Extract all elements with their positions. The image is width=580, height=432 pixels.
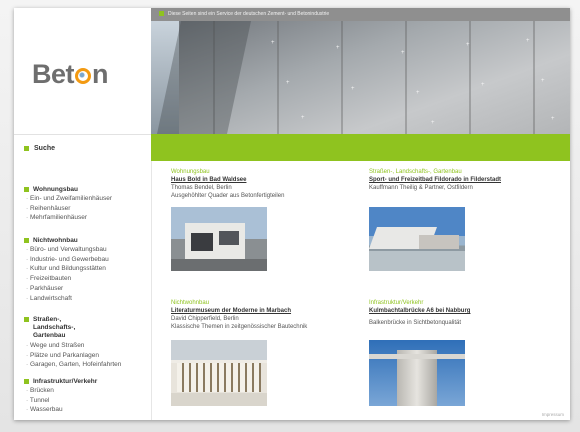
nav-item[interactable]: Parkhäuser [26, 284, 109, 294]
sidebar-nav: Wohnungsbau Ein- und Zweifamilienhäuser … [14, 162, 151, 420]
teaser-architect: Thomas Bendel, Berlin [171, 185, 232, 191]
teaser-architect: Kauffmann Theilig & Partner, Ostfildern [369, 185, 473, 191]
nav-category-strassenbau: Straßen-, Landschafts-, Gartenbau Wege u… [24, 316, 134, 370]
teaser-wohnungsbau: Wohnungsbau Haus Bold in Bad Waldsee Tho… [171, 168, 284, 200]
nav-category-heading[interactable]: Wohnungsbau [24, 186, 112, 193]
teaser-photo-fildorado[interactable] [369, 207, 465, 271]
teaser-infrastruktur: Infrastruktur/Verkehr Kulmbachtalbrücke … [369, 299, 470, 327]
green-accent-bar [151, 134, 570, 161]
tie-hole-icon: + [271, 40, 275, 46]
service-bar: Diese Seiten sind ein Service der deutsc… [151, 8, 570, 21]
nav-category-nichtwohnbau: Nichtwohnbau Büro- und Verwaltungsbau In… [24, 237, 109, 303]
tie-hole-icon: + [351, 86, 355, 92]
teaser-title-link[interactable]: Haus Bold in Bad Waldsee [171, 176, 284, 184]
nav-item[interactable]: Garagen, Garten, Hofeinfahrten [26, 360, 134, 370]
teaser-photo-haus-bold[interactable] [171, 207, 267, 271]
nav-item[interactable]: Plätze und Parkanlagen [26, 351, 134, 361]
page-frame: Diese Seiten sind ein Service der deutsc… [14, 8, 570, 420]
nav-item[interactable]: Reihenhäuser [26, 204, 112, 214]
teaser-nichtwohnbau: Nichtwohnbau Literaturmuseum der Moderne… [171, 299, 307, 331]
nav-category-heading[interactable]: Nichtwohnbau [24, 237, 109, 244]
nav-item[interactable]: Wasserbau [26, 405, 97, 415]
square-bullet-icon [24, 145, 29, 151]
search-link[interactable]: Suche [14, 134, 151, 163]
logo-text-end: n [92, 59, 109, 89]
square-bullet-icon [24, 238, 29, 243]
tie-hole-icon: + [336, 45, 340, 51]
teaser-title-link[interactable]: Literaturmuseum der Moderne in Marbach [171, 307, 307, 315]
nav-category-heading[interactable]: Infrastruktur/Verkehr [24, 378, 97, 385]
tie-hole-icon: + [401, 50, 405, 56]
nav-category-infrastruktur: Infrastruktur/Verkehr Brücken Tunnel Was… [24, 378, 97, 415]
hero-image: + + + + + + + + + + + + + [151, 21, 570, 134]
teaser-architect: David Chipperfield, Berlin [171, 316, 239, 322]
teaser-category: Wohnungsbau [171, 169, 210, 175]
nav-item[interactable]: Mehrfamilienhäuser [26, 213, 112, 223]
nav-item[interactable]: Landwirtschaft [26, 294, 109, 304]
nav-item[interactable]: Brücken [26, 386, 97, 396]
nav-item[interactable]: Wege und Straßen [26, 341, 134, 351]
logo-area: Bet n [14, 8, 151, 134]
tie-hole-icon: + [431, 120, 435, 126]
teaser-description: Ausgehöhlter Quader aus Betonfertigteile… [171, 193, 285, 199]
square-bullet-icon [24, 317, 29, 322]
nav-item[interactable]: Freizeitbauten [26, 274, 109, 284]
tie-hole-icon: + [526, 38, 530, 44]
teaser-photo-literaturmuseum[interactable] [171, 340, 267, 406]
tie-hole-icon: + [286, 80, 290, 86]
beton-logo[interactable]: Bet n [32, 59, 109, 90]
tie-hole-icon: + [551, 116, 555, 122]
teaser-description: Balkenbrücke in Sichtbetonqualität [369, 320, 462, 326]
tie-hole-icon: + [416, 90, 420, 96]
square-bullet-icon [24, 187, 29, 192]
service-bar-text: Diese Seiten sind ein Service der deutsc… [168, 11, 330, 17]
teaser-category: Nichtwohnbau [171, 300, 210, 306]
teaser-title-link[interactable]: Sport- und Freizeitbad Fildorado in Fild… [369, 176, 501, 184]
nav-item[interactable]: Büro- und Verwaltungsbau [26, 245, 109, 255]
nav-category-heading[interactable]: Straßen-, Landschafts-, Gartenbau [24, 316, 134, 340]
teaser-title-link[interactable]: Kulmbachtalbrücke A6 bei Nabburg [369, 307, 470, 315]
square-bullet-icon [159, 11, 164, 17]
nav-category-wohnungsbau: Wohnungsbau Ein- und Zweifamilienhäuser … [24, 186, 112, 223]
logo-o-icon [75, 68, 92, 84]
search-label: Suche [34, 145, 56, 152]
nav-item[interactable]: Ein- und Zweifamilienhäuser [26, 194, 112, 204]
nav-item[interactable]: Tunnel [26, 396, 97, 406]
nav-item[interactable]: Kultur und Bildungsstätten [26, 264, 109, 274]
tie-hole-icon: + [301, 115, 305, 121]
teaser-strassenbau: Straßen-, Landschafts-, Gartenbau Sport-… [369, 168, 501, 192]
nav-item[interactable]: Industrie- und Gewerbebau [26, 255, 109, 265]
column-divider [151, 161, 152, 420]
tie-hole-icon: + [541, 78, 545, 84]
teaser-category: Straßen-, Landschafts-, Gartenbau [369, 169, 462, 175]
teaser-category: Infrastruktur/Verkehr [369, 300, 424, 306]
teaser-description: Klassische Themen in zeitgenössischer Ba… [171, 324, 308, 330]
square-bullet-icon [24, 379, 29, 384]
tie-hole-icon: + [481, 82, 485, 88]
tie-hole-icon: + [466, 42, 470, 48]
impressum-link[interactable]: Impressum [542, 412, 564, 417]
teaser-photo-kulmbachtalbruecke[interactable] [369, 340, 465, 406]
logo-text-start: Bet [32, 59, 75, 89]
